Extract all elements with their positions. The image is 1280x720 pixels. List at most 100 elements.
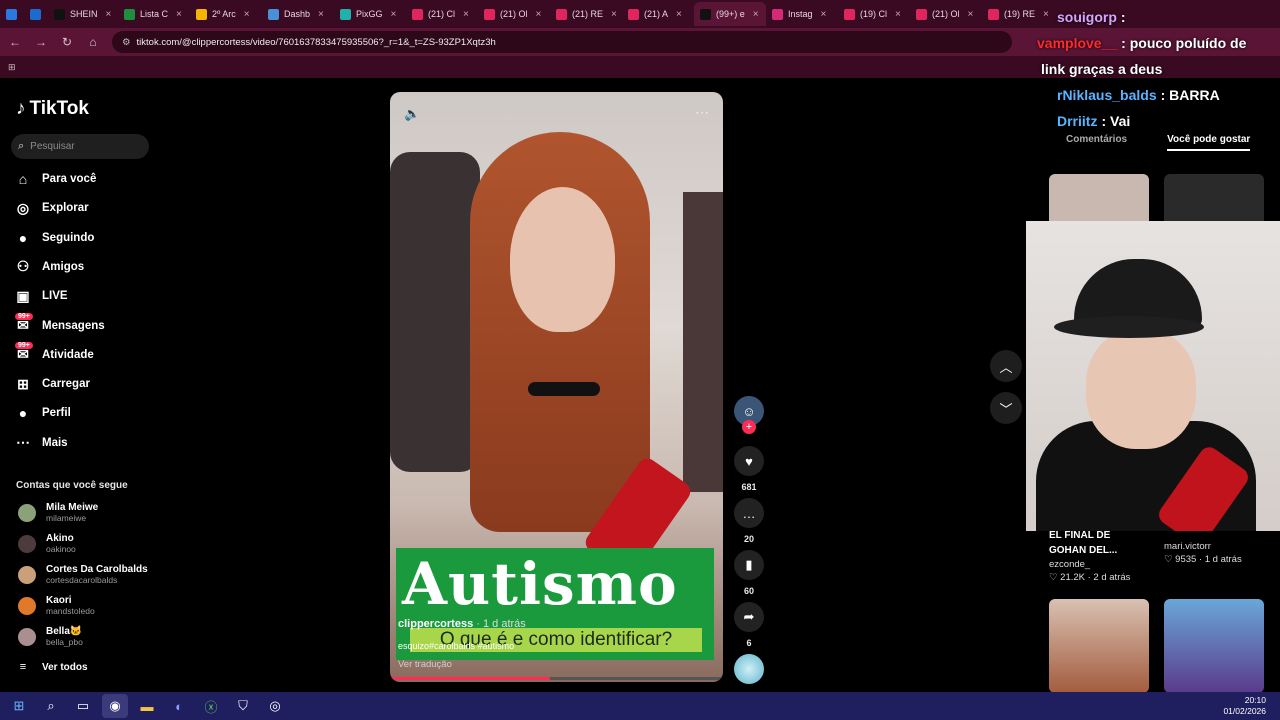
nav-item-activity[interactable]: ✉ 99+ Atividade [14,341,94,364]
tab-close-icon[interactable]: × [676,9,682,20]
video-hashtags[interactable]: esquizo#carolbalds #autismo [398,641,514,651]
followed-account[interactable]: Kaori mandstoledo [18,595,95,616]
browser-tab[interactable]: (21) Ol × [910,2,982,26]
tab-close-icon[interactable]: × [536,9,542,20]
share-button[interactable]: ➦ 6 [734,602,764,648]
shield-icon[interactable]: ⛉ [230,694,256,718]
nav-item-live[interactable]: ▣ LIVE [14,287,67,305]
video-progress-bar[interactable] [390,677,723,680]
nav-item-friends[interactable]: ⚇ Amigos [14,258,84,276]
nav-item-profile[interactable]: ● Perfil [14,404,71,422]
forward-icon[interactable]: → [30,31,52,53]
site-info-icon[interactable]: ⚙ [122,37,131,48]
suggested-video-thumb-4[interactable] [1164,599,1264,693]
video-post-time: · 1 d atrás [476,618,526,630]
previous-video-button[interactable]: ︿ [990,350,1022,382]
home-browser-icon[interactable]: ⌂ [82,31,104,53]
nav-item-upload[interactable]: ⊞ Carregar [14,375,90,393]
discord-icon[interactable]: ◐ [166,694,192,718]
video-player[interactable]: 🔈 ⋯ Autismo O que é e como identificar? … [390,92,723,682]
obs-icon[interactable]: ◎ [262,694,288,718]
see-all-link[interactable]: ≡ Ver todos [14,658,88,676]
tab-you-may-like[interactable]: Você pode gostar [1167,134,1251,151]
suggested-video-thumb-3[interactable] [1049,599,1149,693]
browser-tab[interactable]: (21) RE × [550,2,622,26]
browser-tab[interactable]: (19) Cl × [838,2,910,26]
nav-item-home[interactable]: ⌂ Para você [14,170,97,188]
browser-tab[interactable]: (21) Cl × [406,2,478,26]
browser-tab[interactable]: (21) Ol × [478,2,550,26]
browser-tab[interactable]: Dashb × [262,2,334,26]
tab-close-icon[interactable]: × [611,9,617,20]
video-author[interactable]: clippercortess · 1 d atrás [398,618,526,630]
account-handle: bella_pbo [46,637,83,647]
windows-start-icon[interactable]: ⊞ [6,694,32,718]
search-taskbar-icon[interactable]: ⌕ [38,694,64,718]
see-translation-link[interactable]: Ver tradução [398,659,452,670]
follow-plus-icon[interactable]: + [742,420,756,434]
suggested-video-user-2[interactable]: mari.victorr [1164,541,1211,552]
nav-item-following[interactable]: ● Seguindo [14,229,95,247]
tab-close-icon[interactable]: × [753,9,759,20]
tab-close-icon[interactable]: × [176,9,182,20]
tab-title: PixGG [356,9,383,19]
tab-close-icon[interactable]: × [463,9,469,20]
followed-account[interactable]: Mila Meiwe milameiwe [18,502,98,523]
chrome-icon[interactable]: ◉ [102,694,128,718]
next-video-button[interactable]: ﹀ [990,392,1022,424]
nav-item-compass[interactable]: ◎ Explorar [14,199,89,217]
tab-close-icon[interactable]: × [391,9,397,20]
reload-icon[interactable]: ↻ [56,31,78,53]
browser-tab[interactable]: PixGG × [334,2,406,26]
like-count: 681 [741,482,757,492]
suggested-video-title-1[interactable]: EL FINAL DE GOHAN DEL... [1049,528,1149,558]
tab-close-icon[interactable]: × [106,9,112,20]
nav-label: Explorar [42,202,89,215]
apps-grid-icon[interactable]: ⊞ [8,62,16,73]
like-button[interactable]: ♥ 681 [734,446,764,492]
nav-item-more[interactable]: ⋯ Mais [14,434,68,452]
browser-tab[interactable]: SHEIN × [48,2,118,26]
followed-account[interactable]: Cortes Da Carolbalds cortesdacarolbalds [18,564,148,585]
tab-close-icon[interactable]: × [895,9,901,20]
back-icon[interactable]: ← [4,31,26,53]
account-text: Kaori mandstoledo [46,595,95,616]
tiktok-logo[interactable]: ♪ TikTok [16,98,89,120]
browser-tab[interactable]: 2º Arc × [190,2,262,26]
tab-close-icon[interactable]: × [244,9,250,20]
followed-account[interactable]: Akino oakinoo [18,533,76,554]
browser-tab[interactable]: Lista C × [118,2,190,26]
creator-avatar[interactable]: ☺ + [734,396,764,434]
tab-close-icon[interactable]: × [318,9,324,20]
followed-account[interactable]: Bella🐱 bella_pbo [18,626,83,647]
browser-tab[interactable]: (99+) e × [694,2,766,26]
save-button[interactable]: ▮ 60 [734,550,764,596]
tab-comments[interactable]: Comentários [1066,134,1127,151]
chat-message: vamplove__: pouco poluído de [1037,32,1246,54]
chat-text: : pouco poluído de [1121,35,1247,51]
tab-close-icon[interactable]: × [1043,9,1049,20]
share-icon: ➦ [734,602,764,632]
tab-title: (21) Cl [428,9,456,19]
browser-tab[interactable]: (19) RE × [982,2,1054,26]
account-name: Kaori [46,595,72,606]
music-disc[interactable] [734,654,764,684]
search-input[interactable]: ⌕ Pesquisar [11,134,149,159]
tab-close-icon[interactable]: × [968,9,974,20]
task-view-icon[interactable]: ▭ [70,694,96,718]
volume-icon[interactable]: 🔈 [404,106,420,122]
comment-button[interactable]: … 20 [734,498,764,544]
nav-item-messages[interactable]: ✉ 99+ Mensagens [14,312,105,335]
compass-icon: ◎ [16,199,30,216]
tab-close-icon[interactable]: × [821,9,827,20]
url-field[interactable]: ⚙ tiktok.com/@clippercortess/video/76016… [112,31,1012,53]
xbox-icon[interactable]: ⓧ [198,694,224,718]
suggested-video-user-1[interactable]: ezconde_ [1049,559,1090,570]
video-options-icon[interactable]: ⋯ [695,104,709,121]
browser-tab[interactable] [0,2,24,26]
browser-tab[interactable]: Instag × [766,2,838,26]
browser-tab[interactable]: (21) A × [622,2,694,26]
browser-tab[interactable] [24,2,48,26]
file-explorer-icon[interactable]: ▬ [134,694,160,718]
tab-title: (19) Cl [860,9,888,19]
